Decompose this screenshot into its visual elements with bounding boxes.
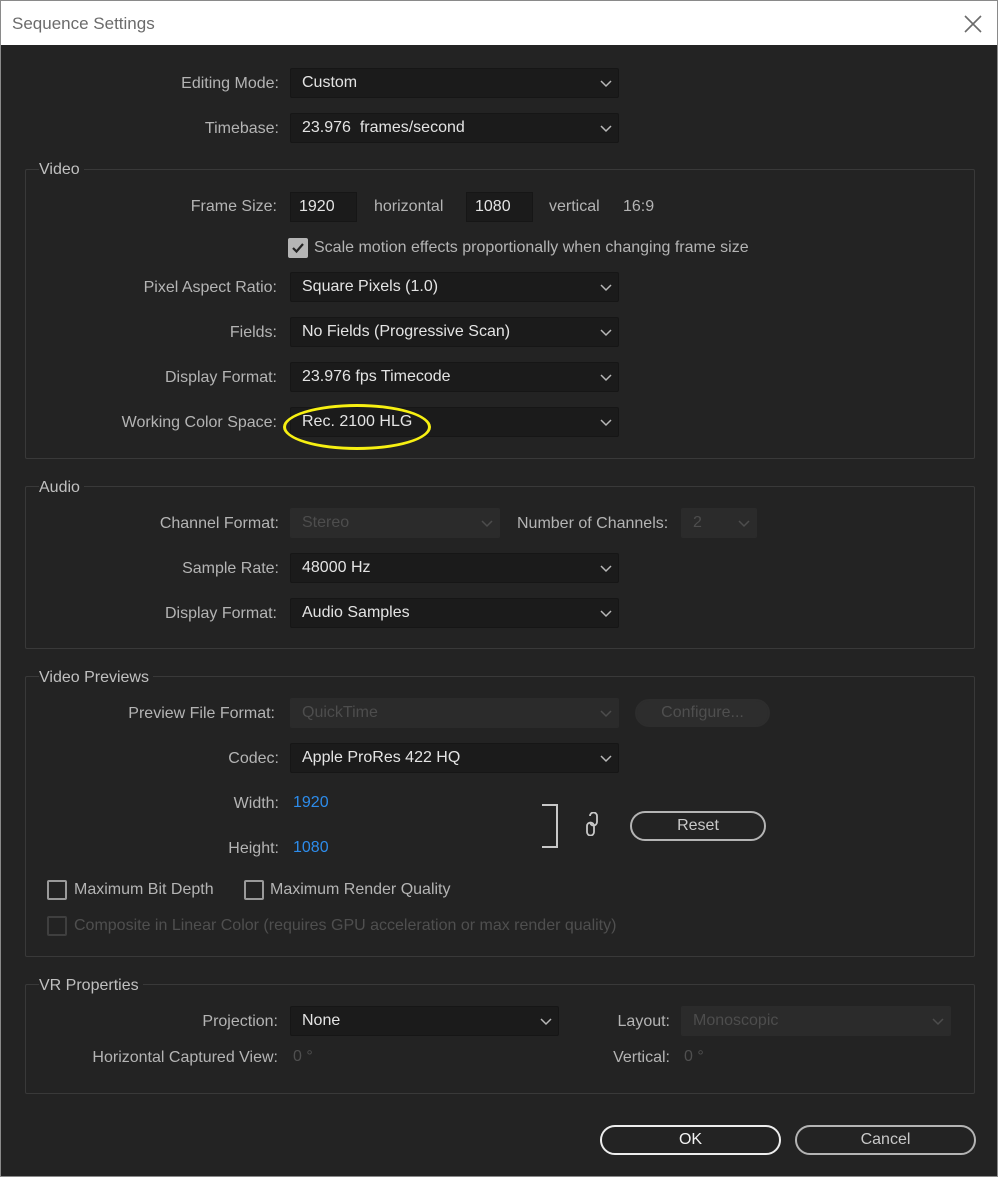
- chevron-down-icon: [600, 329, 612, 337]
- preview-height-value[interactable]: 1080: [293, 839, 329, 857]
- preview-width-value[interactable]: 1920: [293, 794, 329, 812]
- horizontal-label: horizontal: [374, 198, 444, 215]
- cancel-button[interactable]: Cancel: [795, 1125, 976, 1155]
- pixel-aspect-ratio-label: Pixel Aspect Ratio:: [143, 279, 277, 296]
- chevron-down-icon: [600, 610, 612, 618]
- chevron-down-icon: [600, 419, 612, 427]
- video-display-format-dropdown[interactable]: 23.976 fps Timecode: [290, 362, 619, 392]
- chevron-down-icon: [540, 1018, 552, 1026]
- chevron-down-icon: [481, 520, 493, 528]
- codec-dropdown[interactable]: Apple ProRes 422 HQ: [290, 743, 619, 773]
- configure-button[interactable]: Configure...: [635, 699, 770, 727]
- codec-label: Codec:: [228, 750, 279, 767]
- max-render-quality-checkbox[interactable]: [244, 880, 264, 900]
- link-bracket-icon: [542, 804, 558, 848]
- scale-motion-label: Scale motion effects proportionally when…: [314, 239, 749, 256]
- vr-properties-group-title: VR Properties: [39, 977, 143, 995]
- vertical-view-label: Vertical:: [613, 1049, 670, 1066]
- vertical-label: vertical: [549, 198, 600, 215]
- fields-label: Fields:: [229, 324, 277, 341]
- audio-display-format-label: Display Format:: [164, 605, 277, 622]
- title-bar: Sequence Settings: [1, 1, 997, 45]
- composite-linear-label: Composite in Linear Color (requires GPU …: [74, 917, 617, 934]
- preview-file-format-label: Preview File Format:: [128, 705, 275, 722]
- vr-properties-group: [25, 984, 975, 1094]
- vertical-view-value: 0 °: [684, 1048, 704, 1065]
- close-icon: [964, 15, 982, 33]
- dialog-content: Editing Mode: Custom Timebase: 23.976 fr…: [1, 45, 997, 1176]
- chevron-down-icon: [738, 520, 750, 528]
- num-channels-label: Number of Channels:: [517, 515, 669, 532]
- chevron-down-icon: [600, 284, 612, 292]
- channel-format-dropdown[interactable]: Stereo: [290, 508, 500, 538]
- frame-width-input[interactable]: 1920: [290, 192, 357, 222]
- composite-linear-checkbox[interactable]: [47, 916, 67, 936]
- chevron-down-icon: [932, 1018, 944, 1026]
- layout-dropdown[interactable]: Monoscopic: [681, 1006, 951, 1036]
- chevron-down-icon: [600, 374, 612, 382]
- window-title: Sequence Settings: [12, 14, 155, 33]
- chevron-down-icon: [600, 710, 612, 718]
- max-render-quality-label: Maximum Render Quality: [270, 881, 451, 898]
- preview-file-format-dropdown[interactable]: QuickTime: [290, 698, 619, 728]
- preview-width-label: Width:: [233, 795, 279, 812]
- checkmark-icon: [292, 243, 304, 254]
- audio-display-format-dropdown[interactable]: Audio Samples: [290, 598, 619, 628]
- audio-group-title: Audio: [39, 479, 84, 497]
- chevron-down-icon: [600, 80, 612, 88]
- video-display-format-label: Display Format:: [164, 369, 277, 386]
- ok-button[interactable]: OK: [600, 1125, 781, 1155]
- frame-size-label: Frame Size:: [190, 198, 277, 215]
- editing-mode-dropdown[interactable]: Custom: [290, 68, 619, 98]
- chevron-down-icon: [600, 755, 612, 763]
- chain-link-icon[interactable]: [583, 812, 601, 836]
- fields-dropdown[interactable]: No Fields (Progressive Scan): [290, 317, 619, 347]
- chevron-down-icon: [600, 565, 612, 573]
- channel-format-label: Channel Format:: [159, 515, 279, 532]
- pixel-aspect-ratio-dropdown[interactable]: Square Pixels (1.0): [290, 272, 619, 302]
- layout-label: Layout:: [617, 1013, 670, 1030]
- editing-mode-label: Editing Mode:: [181, 75, 279, 92]
- timebase-dropdown[interactable]: 23.976 frames/second: [290, 113, 619, 143]
- scale-motion-checkbox[interactable]: [288, 238, 308, 258]
- working-color-space-label: Working Color Space:: [121, 414, 277, 431]
- reset-button[interactable]: Reset: [630, 811, 766, 841]
- video-group-title: Video: [39, 161, 84, 179]
- video-previews-group-title: Video Previews: [39, 669, 153, 687]
- projection-dropdown[interactable]: None: [290, 1006, 559, 1036]
- aspect-ratio-value: 16:9: [623, 198, 655, 215]
- frame-height-input[interactable]: 1080: [466, 192, 533, 222]
- timebase-label: Timebase:: [204, 120, 279, 137]
- max-bit-depth-checkbox[interactable]: [47, 880, 67, 900]
- num-channels-dropdown[interactable]: 2: [681, 508, 757, 538]
- sample-rate-label: Sample Rate:: [182, 560, 279, 577]
- sequence-settings-dialog: Sequence Settings Editing Mode: Custom T…: [0, 0, 998, 1177]
- max-bit-depth-label: Maximum Bit Depth: [74, 881, 214, 898]
- close-button[interactable]: [958, 9, 988, 39]
- projection-label: Projection:: [202, 1013, 278, 1030]
- horizontal-captured-view-label: Horizontal Captured View:: [92, 1049, 278, 1066]
- preview-height-label: Height:: [228, 840, 279, 857]
- highlight-ellipse-annotation: [283, 404, 431, 450]
- horizontal-captured-view-value: 0 °: [293, 1048, 313, 1065]
- sample-rate-dropdown[interactable]: 48000 Hz: [290, 553, 619, 583]
- chevron-down-icon: [600, 125, 612, 133]
